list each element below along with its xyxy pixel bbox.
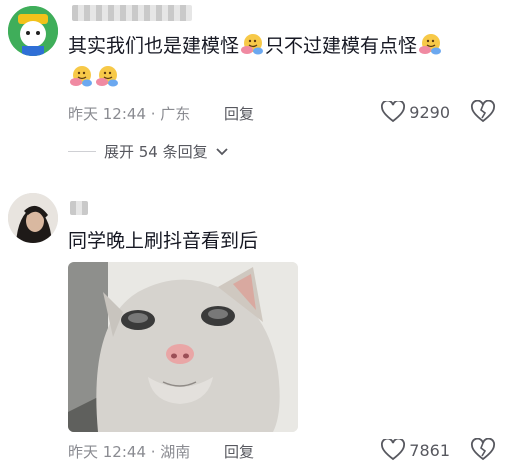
broken-heart-icon xyxy=(471,99,495,123)
like-button[interactable]: 9290 xyxy=(381,101,450,123)
avatar[interactable] xyxy=(8,193,58,243)
hug-emoji-icon xyxy=(69,64,93,88)
comment-image-cat[interactable] xyxy=(68,262,298,432)
dislike-button[interactable] xyxy=(470,99,496,126)
reply-button[interactable]: 回复 xyxy=(224,441,254,462)
hug-emoji-icon xyxy=(418,32,442,56)
chevron-down-icon xyxy=(215,147,228,155)
like-count: 7861 xyxy=(409,440,450,460)
avatar-portrait-icon xyxy=(8,193,58,243)
expand-replies-label: 展开 54 条回复 xyxy=(104,143,208,161)
comment-text: 同学晚上刷抖音看到后 xyxy=(68,230,259,252)
avatar[interactable] xyxy=(8,6,58,56)
expand-replies[interactable]: 展开 54 条回复 xyxy=(68,141,228,162)
hug-emoji-icon xyxy=(95,64,119,88)
comment-meta: 昨天 12:44 · 湖南 xyxy=(68,443,191,461)
crying-cat-image xyxy=(68,262,298,432)
like-button[interactable]: 7861 xyxy=(381,439,450,461)
broken-heart-icon xyxy=(471,437,495,461)
like-count: 9290 xyxy=(409,102,450,122)
comment-meta: 昨天 12:44 · 广东 xyxy=(68,105,191,123)
username-blurred[interactable] xyxy=(70,201,88,215)
avatar-cartoon-icon xyxy=(8,6,58,56)
hug-emoji-icon xyxy=(240,32,264,56)
comment-emoji-row xyxy=(68,64,120,92)
comment-text: 其实我们也是建模怪 只不过建模有点怪 xyxy=(68,32,443,60)
heart-icon xyxy=(381,101,406,123)
heart-icon xyxy=(381,439,406,461)
divider xyxy=(68,151,96,152)
username-blurred[interactable] xyxy=(72,5,192,21)
dislike-button[interactable] xyxy=(470,437,496,464)
reply-button[interactable]: 回复 xyxy=(224,103,254,124)
